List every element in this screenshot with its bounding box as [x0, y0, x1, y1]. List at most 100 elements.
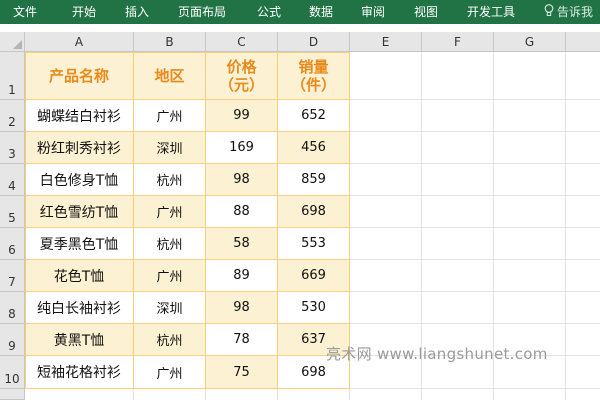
- cell-h6[interactable]: [566, 228, 600, 260]
- row-header-6[interactable]: 6: [0, 228, 25, 260]
- cell-e3[interactable]: [350, 132, 422, 164]
- column-header-e[interactable]: E: [350, 32, 422, 52]
- cell-h7[interactable]: [566, 260, 600, 292]
- cell-h10[interactable]: [566, 356, 600, 389]
- cell-h11[interactable]: [566, 389, 600, 400]
- row-header-7[interactable]: 7: [0, 260, 25, 292]
- cell-h3[interactable]: [566, 132, 600, 164]
- cell-d11[interactable]: [278, 389, 350, 400]
- cell-a3[interactable]: 粉红刺秀衬衫: [25, 132, 134, 164]
- cell-a2[interactable]: 蝴蝶结白衬衫: [25, 100, 134, 132]
- cell-a7[interactable]: 花色T恤: [25, 260, 134, 292]
- tab-review[interactable]: 审阅: [361, 0, 385, 24]
- cell-h5[interactable]: [566, 196, 600, 228]
- row-header-2[interactable]: 2: [0, 100, 25, 132]
- column-header-h-partial[interactable]: [566, 32, 600, 52]
- cell-b10[interactable]: 广州: [134, 356, 206, 389]
- column-header-d[interactable]: D: [278, 32, 350, 52]
- tab-formulas[interactable]: 公式: [257, 0, 281, 24]
- row-header-8[interactable]: 8: [0, 292, 25, 324]
- cell-d7[interactable]: 669: [278, 260, 350, 292]
- header-cell-product-name[interactable]: 产品名称: [25, 52, 134, 100]
- cell-b3[interactable]: 深圳: [134, 132, 206, 164]
- row-header-5[interactable]: 5: [0, 196, 25, 228]
- column-header-a[interactable]: A: [25, 32, 134, 52]
- cell-h1[interactable]: [566, 52, 600, 100]
- cell-a6[interactable]: 夏季黑色T恤: [25, 228, 134, 260]
- tab-page-layout[interactable]: 页面布局: [178, 0, 226, 24]
- cell-f1[interactable]: [422, 52, 494, 100]
- cell-a9[interactable]: 黄黑T恤: [25, 324, 134, 356]
- row-header-10[interactable]: 10: [0, 356, 25, 389]
- cell-b5[interactable]: 广州: [134, 196, 206, 228]
- cell-f8[interactable]: [422, 292, 494, 324]
- cell-e1[interactable]: [350, 52, 422, 100]
- row-header-3[interactable]: 3: [0, 132, 25, 164]
- cell-d2[interactable]: 652: [278, 100, 350, 132]
- cell-g11[interactable]: [494, 389, 566, 400]
- cell-a11[interactable]: [25, 389, 134, 400]
- cell-a10[interactable]: 短袖花格衬衫: [25, 356, 134, 389]
- row-header-11-partial[interactable]: [0, 389, 25, 400]
- tab-view[interactable]: 视图: [414, 0, 438, 24]
- cell-e5[interactable]: [350, 196, 422, 228]
- tell-me-search[interactable]: 告诉我: [544, 0, 593, 24]
- cell-a5[interactable]: 红色雪纺T恤: [25, 196, 134, 228]
- cell-e6[interactable]: [350, 228, 422, 260]
- tab-file[interactable]: 文件: [13, 0, 37, 24]
- cell-b11[interactable]: [134, 389, 206, 400]
- select-all-corner[interactable]: [0, 32, 25, 52]
- cell-f5[interactable]: [422, 196, 494, 228]
- cell-e8[interactable]: [350, 292, 422, 324]
- column-header-b[interactable]: B: [134, 32, 206, 52]
- header-cell-price[interactable]: 价格（元）: [206, 52, 278, 100]
- cell-c11[interactable]: [206, 389, 278, 400]
- cell-h2[interactable]: [566, 100, 600, 132]
- cell-g5[interactable]: [494, 196, 566, 228]
- column-header-g[interactable]: G: [494, 32, 566, 52]
- cell-e7[interactable]: [350, 260, 422, 292]
- cell-f3[interactable]: [422, 132, 494, 164]
- cell-h4[interactable]: [566, 164, 600, 196]
- cell-c2[interactable]: 99: [206, 100, 278, 132]
- cell-f4[interactable]: [422, 164, 494, 196]
- cell-c4[interactable]: 98: [206, 164, 278, 196]
- row-header-9[interactable]: 9: [0, 324, 25, 356]
- cell-g6[interactable]: [494, 228, 566, 260]
- cell-c3[interactable]: 169: [206, 132, 278, 164]
- cell-d8[interactable]: 530: [278, 292, 350, 324]
- cell-c6[interactable]: 58: [206, 228, 278, 260]
- tab-home[interactable]: 开始: [72, 0, 96, 24]
- cell-d3[interactable]: 456: [278, 132, 350, 164]
- cell-f11[interactable]: [422, 389, 494, 400]
- row-header-4[interactable]: 4: [0, 164, 25, 196]
- cell-a4[interactable]: 白色修身T恤: [25, 164, 134, 196]
- cell-b7[interactable]: 广州: [134, 260, 206, 292]
- cell-c7[interactable]: 89: [206, 260, 278, 292]
- tab-data[interactable]: 数据: [309, 0, 333, 24]
- tab-developer[interactable]: 开发工具: [467, 0, 515, 24]
- cell-b4[interactable]: 杭州: [134, 164, 206, 196]
- cell-e11[interactable]: [350, 389, 422, 400]
- cell-e4[interactable]: [350, 164, 422, 196]
- cell-h9[interactable]: [566, 324, 600, 356]
- column-header-c[interactable]: C: [206, 32, 278, 52]
- header-cell-region[interactable]: 地区: [134, 52, 206, 100]
- cell-b6[interactable]: 杭州: [134, 228, 206, 260]
- cell-c10[interactable]: 75: [206, 356, 278, 389]
- cell-h8[interactable]: [566, 292, 600, 324]
- cell-g3[interactable]: [494, 132, 566, 164]
- cell-g8[interactable]: [494, 292, 566, 324]
- cell-e2[interactable]: [350, 100, 422, 132]
- cell-g7[interactable]: [494, 260, 566, 292]
- cell-b2[interactable]: 广州: [134, 100, 206, 132]
- header-cell-sales[interactable]: 销量（件）: [278, 52, 350, 100]
- column-header-f[interactable]: F: [422, 32, 494, 52]
- cell-c5[interactable]: 88: [206, 196, 278, 228]
- cell-f2[interactable]: [422, 100, 494, 132]
- cell-f7[interactable]: [422, 260, 494, 292]
- cell-g2[interactable]: [494, 100, 566, 132]
- cell-c8[interactable]: 98: [206, 292, 278, 324]
- cell-b8[interactable]: 深圳: [134, 292, 206, 324]
- cell-g1[interactable]: [494, 52, 566, 100]
